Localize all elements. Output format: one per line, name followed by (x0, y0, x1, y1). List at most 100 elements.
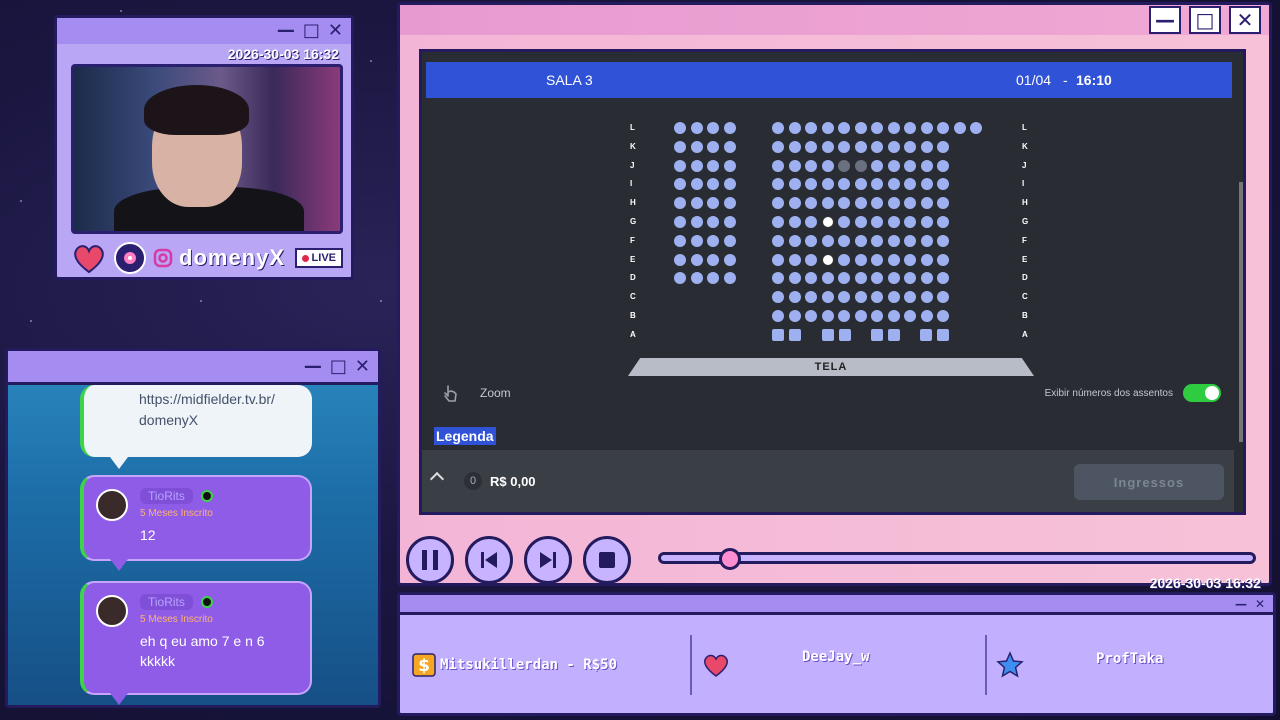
seat[interactable] (871, 272, 883, 285)
seat[interactable] (920, 234, 933, 247)
pause-button[interactable] (406, 536, 454, 584)
seat[interactable] (854, 310, 867, 322)
seat[interactable] (690, 140, 703, 153)
seat[interactable] (838, 310, 850, 322)
chat-username[interactable]: TioRits (140, 594, 193, 610)
seat[interactable] (871, 216, 883, 228)
seat[interactable] (772, 159, 784, 172)
seat[interactable] (788, 122, 801, 134)
minimize-icon[interactable]: — (1235, 598, 1247, 610)
seat[interactable] (904, 291, 916, 304)
seat[interactable] (904, 272, 916, 285)
seat[interactable] (772, 310, 784, 322)
minimize-icon[interactable]: — (1149, 6, 1181, 34)
seat[interactable] (772, 234, 784, 247)
seat[interactable] (690, 272, 703, 285)
close-icon[interactable]: ✕ (355, 357, 370, 376)
wheelchair-seat[interactable] (871, 328, 883, 341)
seat[interactable] (723, 122, 736, 134)
seat[interactable] (805, 122, 817, 134)
seat[interactable] (674, 253, 686, 266)
seat[interactable] (904, 140, 916, 153)
seat[interactable] (871, 178, 883, 191)
seat[interactable] (838, 234, 850, 247)
seat[interactable] (904, 122, 916, 134)
seat[interactable] (920, 178, 933, 191)
seat[interactable] (788, 197, 801, 210)
seat[interactable] (805, 178, 817, 191)
seat[interactable] (871, 122, 883, 134)
seat[interactable] (805, 197, 817, 210)
seat[interactable] (805, 216, 817, 228)
seat[interactable] (937, 216, 949, 228)
seat[interactable] (707, 122, 719, 134)
seat[interactable] (937, 253, 949, 266)
seat[interactable] (690, 197, 703, 210)
maximize-icon[interactable]: □ (1189, 6, 1221, 34)
seat[interactable] (821, 197, 834, 210)
seat[interactable] (871, 310, 883, 322)
seat[interactable] (953, 122, 966, 134)
seat[interactable] (723, 253, 736, 266)
stop-button[interactable] (583, 536, 631, 584)
seat[interactable] (887, 140, 900, 153)
seat[interactable] (871, 140, 883, 153)
seat[interactable] (821, 234, 834, 247)
seat[interactable] (788, 140, 801, 153)
seat[interactable] (854, 272, 867, 285)
seat[interactable] (723, 159, 736, 172)
seat[interactable] (854, 197, 867, 210)
seat[interactable] (772, 216, 784, 228)
seat[interactable] (838, 291, 850, 304)
seat[interactable] (788, 272, 801, 285)
seat[interactable] (674, 197, 686, 210)
seat[interactable] (723, 234, 736, 247)
seat[interactable] (920, 291, 933, 304)
seat[interactable] (805, 272, 817, 285)
seat[interactable] (920, 140, 933, 153)
seat[interactable] (854, 234, 867, 247)
seat[interactable] (937, 197, 949, 210)
seat[interactable] (887, 216, 900, 228)
next-button[interactable] (524, 536, 572, 584)
seat[interactable] (887, 178, 900, 191)
progress-track[interactable] (658, 552, 1256, 564)
seat[interactable] (838, 197, 850, 210)
seat[interactable] (821, 272, 834, 285)
seat[interactable] (838, 122, 850, 134)
wheelchair-seat[interactable] (839, 328, 851, 341)
wheelchair-seat[interactable] (888, 328, 900, 341)
seat[interactable] (887, 159, 900, 172)
seat[interactable] (723, 197, 736, 210)
seat[interactable] (838, 178, 850, 191)
seat[interactable] (854, 216, 867, 228)
seat[interactable] (674, 234, 686, 247)
seat[interactable] (920, 272, 933, 285)
seat[interactable] (772, 140, 784, 153)
occupied-seat[interactable] (854, 159, 867, 172)
seat[interactable] (690, 122, 703, 134)
seat[interactable] (707, 140, 719, 153)
seat[interactable] (838, 272, 850, 285)
seat[interactable] (821, 291, 834, 304)
progress-thumb[interactable] (718, 548, 741, 570)
seat[interactable] (854, 140, 867, 153)
seat[interactable] (821, 122, 834, 134)
seat[interactable] (920, 253, 933, 266)
seat[interactable] (904, 234, 916, 247)
seat[interactable] (723, 140, 736, 153)
seat[interactable] (788, 291, 801, 304)
seat[interactable] (937, 310, 949, 322)
seat[interactable] (920, 310, 933, 322)
seat[interactable] (920, 159, 933, 172)
seat[interactable] (904, 197, 916, 210)
wheelchair-seat[interactable] (789, 328, 801, 341)
seat[interactable] (805, 140, 817, 153)
maximize-icon[interactable]: □ (330, 357, 347, 376)
close-icon[interactable]: ✕ (1229, 6, 1261, 34)
seat[interactable] (707, 197, 719, 210)
seat[interactable] (937, 140, 949, 153)
seat[interactable] (970, 122, 982, 134)
seat[interactable] (805, 310, 817, 322)
close-icon[interactable]: ✕ (1255, 598, 1265, 610)
